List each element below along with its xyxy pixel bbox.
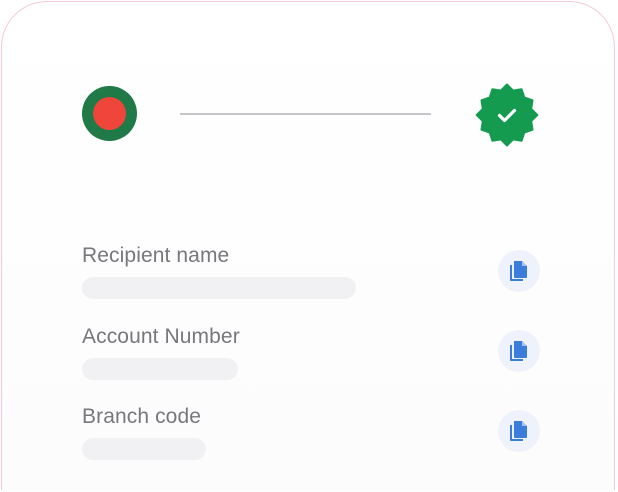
account-number-field: Account Number (82, 325, 240, 380)
copy-branch-code-button[interactable] (498, 410, 540, 452)
branch-code-value-placeholder (82, 438, 206, 460)
verified-badge-icon (473, 81, 541, 149)
copy-icon (510, 421, 527, 441)
recipient-name-value-placeholder (82, 277, 356, 299)
copy-icon (510, 341, 527, 361)
account-number-value-placeholder (82, 358, 238, 380)
flag-red-circle (93, 97, 126, 130)
copy-account-number-button[interactable] (498, 330, 540, 372)
progress-connector-line (180, 113, 431, 115)
recipient-details-card: Recipient name Account Number Branch cod… (1, 1, 615, 490)
recipient-name-label: Recipient name (82, 244, 230, 267)
copy-icon (510, 261, 527, 281)
branch-code-field: Branch code (82, 405, 206, 460)
bangladesh-flag-icon (82, 86, 137, 141)
copy-recipient-name-button[interactable] (498, 250, 540, 292)
account-number-label: Account Number (82, 325, 240, 348)
recipient-name-field: Recipient name (82, 244, 356, 299)
branch-code-label: Branch code (82, 405, 202, 428)
